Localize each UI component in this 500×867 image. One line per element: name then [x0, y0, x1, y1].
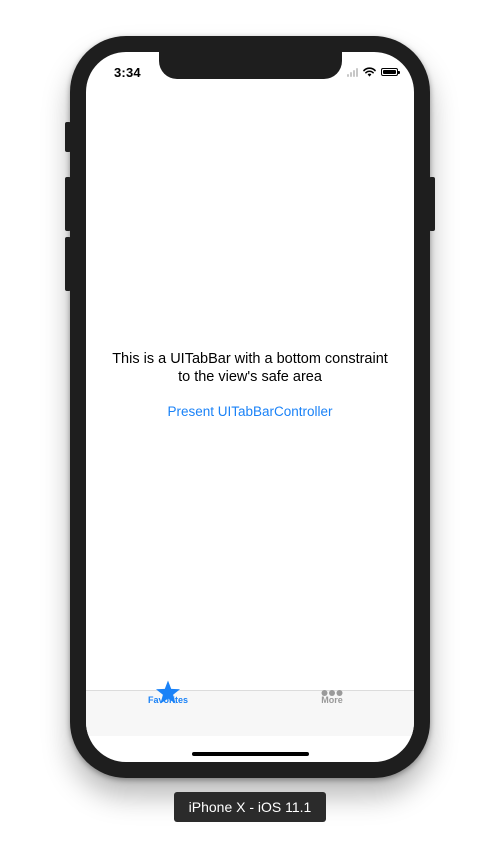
- tab-favorites-label: Favorites: [147, 695, 189, 705]
- description-line-1: This is a UITabBar with a bottom constra…: [112, 351, 388, 367]
- device-label: iPhone X - iOS 11.1: [174, 792, 326, 822]
- description-line-2: to the view's safe area: [178, 369, 322, 385]
- notch: [159, 52, 342, 79]
- battery-icon: [381, 68, 400, 76]
- description-text: This is a UITabBar with a bottom constra…: [86, 350, 414, 386]
- silent-switch: [65, 122, 71, 152]
- power-button: [429, 177, 435, 231]
- device-screen: 3:34 This is a UITabBar with a bottom co…: [86, 52, 414, 762]
- tab-favorites[interactable]: Favorites: [86, 680, 250, 736]
- volume-up-button: [65, 177, 71, 231]
- iphone-device-frame: 3:34 This is a UITabBar with a bottom co…: [65, 36, 435, 778]
- wifi-icon: [363, 67, 376, 77]
- volume-down-button: [65, 237, 71, 291]
- cellular-signal-icon: [347, 67, 358, 77]
- tab-more[interactable]: More: [250, 690, 414, 736]
- home-indicator[interactable]: [192, 752, 309, 756]
- tab-bar: Favorites More: [86, 680, 414, 736]
- present-tabbarcontroller-button[interactable]: Present UITabBarController: [86, 404, 414, 419]
- status-time: 3:34: [114, 65, 141, 80]
- simulator-stage: 3:34 This is a UITabBar with a bottom co…: [0, 0, 500, 867]
- tab-more-label: More: [321, 695, 343, 705]
- status-indicators: [347, 67, 400, 77]
